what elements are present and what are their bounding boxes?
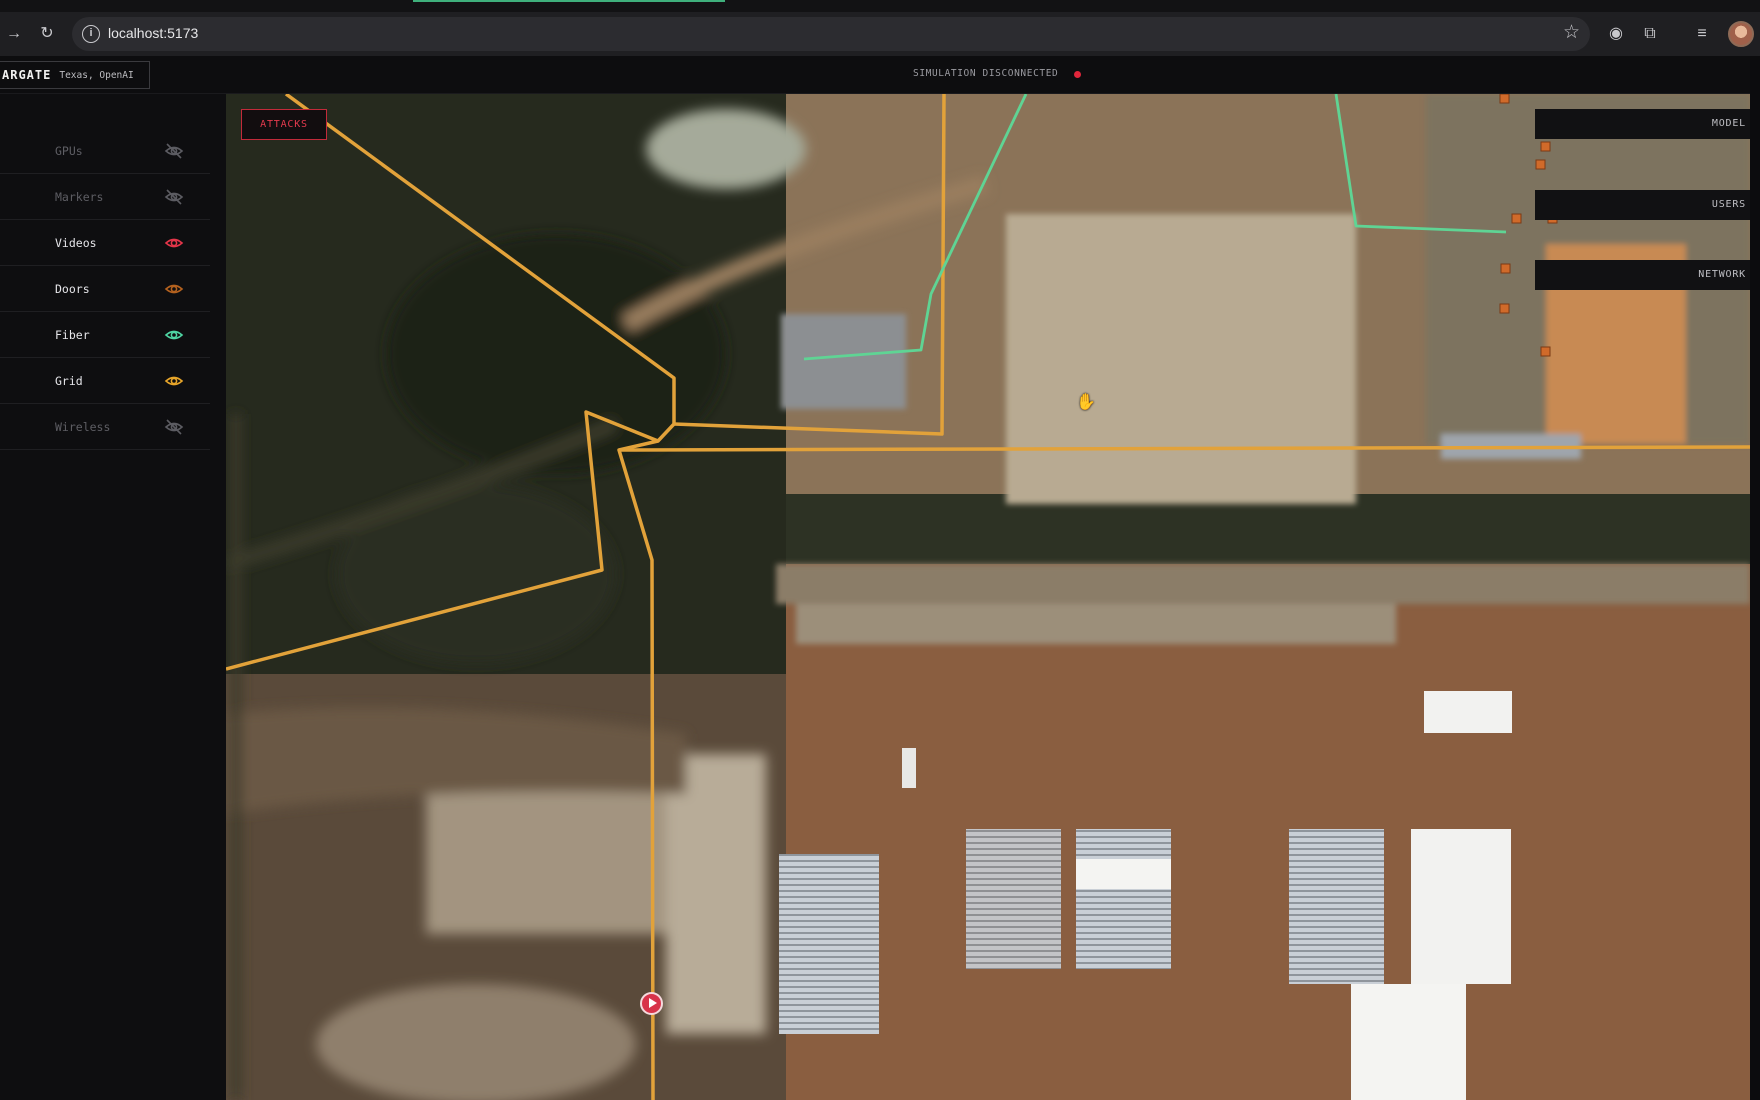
tab-strip (0, 0, 1760, 12)
reload-icon[interactable]: ↻ (33, 20, 61, 48)
layer-row-grid[interactable]: Grid (0, 358, 210, 404)
bookmark-star-icon[interactable]: ☆ (1563, 21, 1580, 44)
forward-icon[interactable]: → (0, 20, 28, 48)
media-queue-icon[interactable]: ≡ (1688, 20, 1716, 48)
brand-location: Texas, OpenAI (59, 69, 134, 81)
layer-label: Doors (55, 282, 90, 296)
layer-label: Wireless (55, 420, 111, 434)
eye-off-icon[interactable] (164, 417, 184, 437)
hand-cursor-icon: ✋ (1076, 394, 1096, 411)
eye-off-icon[interactable] (164, 187, 184, 207)
eye-icon[interactable] (164, 371, 184, 391)
layer-label: Markers (55, 190, 104, 204)
layer-label: Grid (55, 374, 83, 388)
active-tab-indicator (413, 0, 725, 2)
map-canvas[interactable] (226, 94, 1750, 1100)
address-bar[interactable]: i localhost:5173 ☆ (72, 17, 1590, 51)
window-edge (1750, 56, 1760, 1100)
site-info-icon[interactable]: i (82, 25, 100, 43)
layer-label: Videos (55, 236, 97, 250)
layer-row-markers[interactable]: Markers (0, 174, 210, 220)
video-play-marker[interactable] (640, 992, 663, 1015)
profile-avatar[interactable] (1728, 21, 1754, 47)
brand-name: ARGATE (2, 68, 52, 82)
eye-icon[interactable] (164, 279, 184, 299)
simulation-status: SIMULATION DISCONNECTED (913, 68, 1059, 79)
layer-row-gpus[interactable]: GPUs (0, 128, 210, 174)
layer-label: Fiber (55, 328, 90, 342)
layer-row-fiber[interactable]: Fiber (0, 312, 210, 358)
url-text[interactable]: localhost:5173 (108, 25, 198, 41)
eye-icon[interactable] (164, 233, 184, 253)
layers-sidebar: GPUs Markers Videos Doors Fiber Grid Wireless (0, 94, 226, 1100)
app-header: ARGATE Texas, OpenAI SIMULATION DISCONNE… (0, 56, 1760, 94)
attacks-button[interactable]: ATTACKS (241, 109, 327, 140)
layer-row-doors[interactable]: Doors (0, 266, 210, 312)
satellite-map[interactable] (226, 94, 1750, 1100)
extension-icon[interactable]: ◉ (1602, 20, 1630, 48)
layer-row-videos[interactable]: Videos (0, 220, 210, 266)
users-panel-tab[interactable]: USERS (1535, 190, 1750, 220)
network-panel-tab[interactable]: NETWORK (1535, 260, 1750, 290)
brand-badge: ARGATE Texas, OpenAI (0, 61, 150, 89)
layer-label: GPUs (55, 144, 83, 158)
eye-icon[interactable] (164, 325, 184, 345)
layer-row-wireless[interactable]: Wireless (0, 404, 210, 450)
eye-off-icon[interactable] (164, 141, 184, 161)
model-panel-tab[interactable]: MODEL (1535, 109, 1750, 139)
puzzle-icon[interactable]: ⧉ (1636, 20, 1664, 48)
browser-toolbar: → ↻ i localhost:5173 ☆ ◉ ⧉ ≡ (0, 12, 1760, 56)
status-indicator-dot (1074, 71, 1081, 78)
